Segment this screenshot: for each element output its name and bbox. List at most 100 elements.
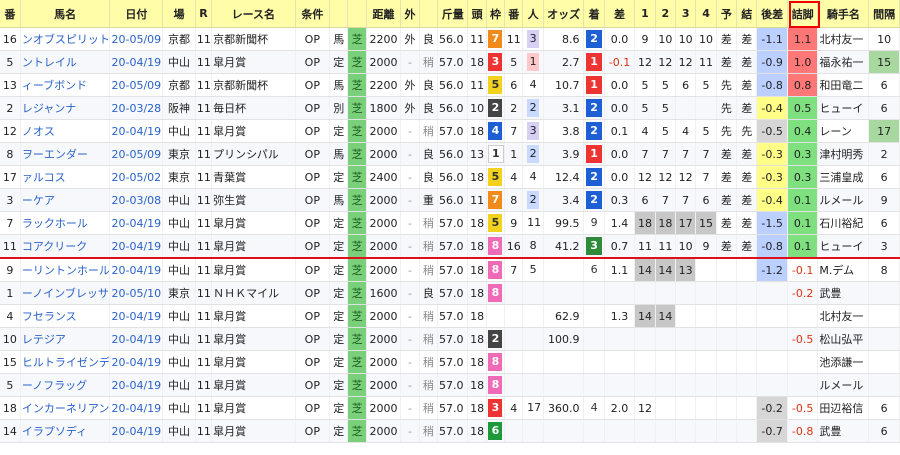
race-date-link[interactable]: 20-04/19 [111, 379, 161, 392]
column-header[interactable]: 1 [634, 0, 656, 28]
column-header[interactable]: 人 [522, 0, 544, 28]
cell-uma: 11 [504, 27, 524, 51]
column-header[interactable]: 後差 [756, 0, 788, 28]
race-date-link[interactable]: 20-03/28 [111, 102, 161, 115]
column-header[interactable]: 斤量 [437, 0, 469, 28]
cell-chaku [583, 281, 605, 305]
table-row[interactable]: 16 ンオブスピリット 20-05/09 京都 11 京都新聞杯 OP 馬芝 2200 外良 56.… [0, 27, 900, 51]
column-header[interactable]: 間隔 [868, 0, 900, 28]
cell-yo: 先 [716, 96, 738, 120]
column-header[interactable]: R [195, 0, 213, 28]
column-header[interactable]: 番 [0, 0, 21, 28]
table-row[interactable]: 12 ノオス 20-04/19 中山 11 皐月賞 OP 定芝 2000- 稍 57.0 18 4 7 3 3… [0, 119, 900, 143]
cell-yo: 差 [716, 211, 738, 235]
column-header[interactable]: 外 [400, 0, 420, 28]
column-header[interactable]: 結 [736, 0, 758, 28]
horse-name-link[interactable]: コアクリーク [22, 240, 87, 253]
column-header[interactable]: 2 [655, 0, 677, 28]
column-header[interactable]: 3 [675, 0, 697, 28]
horse-name-link[interactable]: ーリントンホール [22, 264, 109, 277]
race-date-link[interactable]: 20-04/19 [111, 310, 161, 323]
horse-name-link[interactable]: ーケア [22, 194, 55, 207]
cell-name: ーノフラッグ [20, 373, 111, 397]
horse-name-link[interactable]: レジャンナ [22, 102, 76, 115]
cell-chaku [583, 304, 605, 328]
column-header[interactable]: レース名 [211, 0, 296, 28]
cell-race: 皐月賞 [211, 119, 296, 143]
column-header[interactable] [329, 0, 349, 28]
horse-name-link[interactable]: ァルコス [22, 171, 66, 184]
column-header[interactable]: 条件 [295, 0, 331, 28]
race-date-link[interactable]: 20-05/09 [111, 79, 161, 92]
horse-name-link[interactable]: ノオス [22, 125, 55, 138]
race-date-link[interactable]: 20-04/19 [111, 125, 161, 138]
cell-chaku: 1 [583, 50, 605, 74]
race-date-link[interactable]: 20-04/19 [111, 356, 161, 369]
table-row[interactable]: 9 ーリントンホール 20-04/19 中山 11 皐月賞 OP 定芝 2000- 稍 57.0 18… [0, 258, 900, 282]
column-header[interactable] [419, 0, 438, 28]
column-header[interactable]: 差 [604, 0, 636, 28]
horse-name-link[interactable]: ヒルトライゼンデ [22, 356, 109, 369]
cell-diff [604, 350, 636, 374]
race-date-link[interactable]: 20-04/19 [111, 264, 161, 277]
horse-name-link[interactable]: イラプソディ [22, 425, 87, 438]
table-row[interactable]: 7 ラックホール 20-04/19 中山 11 皐月賞 OP 定芝 2000- 稍 57.0 18 5 9… [0, 211, 900, 235]
column-header[interactable]: 頭 [467, 0, 487, 28]
table-row[interactable]: 8 ヲーエンダー 20-05/09 東京 11 プリンシパル OP 馬芝 2000- 良 56.0 1… [0, 142, 900, 166]
race-date-link[interactable]: 20-04/19 [111, 56, 161, 69]
horse-name-link[interactable]: フセランス [22, 310, 77, 323]
column-header[interactable]: 枠 [486, 0, 506, 28]
finish-position-badge: 2 [586, 99, 603, 117]
column-header[interactable] [347, 0, 367, 28]
table-row[interactable]: 5 ーノフラッグ 20-04/19 中山 11 皐月賞 OP 定芝 2000- 稍 57.0 18 8 ル… [0, 373, 900, 397]
race-date-link[interactable]: 20-05/10 [111, 287, 161, 300]
horse-name-link[interactable]: ーノインブレッサ [22, 287, 109, 300]
horse-name-link[interactable]: ーノフラッグ [22, 379, 87, 392]
column-header[interactable]: 馬名 [20, 0, 111, 28]
cell-heads: 18 [467, 350, 487, 374]
table-row[interactable]: 17 ァルコス 20-05/02 東京 11 青葉賞 OP 定芝 2400- 良 56.0 18 5 4 4… [0, 165, 900, 189]
race-date-link[interactable]: 20-03/08 [111, 194, 161, 207]
table-row[interactable]: 1 ーノインブレッサ 20-05/10 東京 11 ＮＨＫマイル OP 定芝 1600- 良 57.… [0, 281, 900, 305]
race-date-link[interactable]: 20-04/19 [111, 240, 161, 253]
table-row[interactable]: 10 レテジア 20-04/19 中山 11 皐月賞 OP 定芝 2000- 稍 57.0 18 2 10… [0, 327, 900, 351]
race-date-link[interactable]: 20-05/09 [111, 148, 161, 161]
cell-surf: 芝 [347, 188, 367, 212]
table-row[interactable]: 5 ントレイル 20-04/19 中山 11 皐月賞 OP 定芝 2000- 稍 57.0 18 3 5 1… [0, 50, 900, 74]
cell-track: 稍 [419, 211, 438, 235]
cell-no: 7 [0, 211, 21, 235]
table-row[interactable]: 14 イラプソディ 20-04/19 中山 11 皐月賞 OP 定芝 2000- 稍 57.0 18 6… [0, 419, 900, 443]
cell-ketsu [736, 281, 758, 305]
horse-name-link[interactable]: ンオブスピリット [22, 33, 109, 46]
table-row[interactable]: 11 コアクリーク 20-04/19 中山 11 皐月賞 OP 定芝 2000- 稍 57.0 18 8… [0, 234, 900, 259]
column-header[interactable]: 着 [583, 0, 605, 28]
table-row[interactable]: 13 ィーブボンド 20-05/09 京都 11 京都新聞杯 OP 馬芝 2200 外良 56.0 1… [0, 73, 900, 97]
table-row[interactable]: 2 レジャンナ 20-03/28 阪神 11 毎日杯 OP 別芝 1800 外良 56.0 10 2 2 2… [0, 96, 900, 120]
column-header[interactable]: 番 [504, 0, 524, 28]
horse-name-link[interactable]: レテジア [22, 333, 66, 346]
horse-name-link[interactable]: ィーブボンド [22, 79, 87, 92]
table-row[interactable]: 18 インカーネリアン 20-04/19 中山 11 皐月賞 OP 定芝 2000- 稍 57.0 1… [0, 396, 900, 420]
column-header[interactable]: 騎手名 [817, 0, 870, 28]
cell-kin: 57.0 [437, 258, 469, 282]
column-header[interactable]: 場 [162, 0, 196, 28]
column-header[interactable]: 予 [716, 0, 738, 28]
table-row[interactable]: 3 ーケア 20-03/08 中山 11 弥生賞 OP 馬芝 2000- 重 56.0 11 7 8 2 3.… [0, 188, 900, 212]
column-header[interactable]: 4 [695, 0, 717, 28]
race-date-link[interactable]: 20-04/19 [111, 402, 161, 415]
race-date-link[interactable]: 20-05/02 [111, 171, 161, 184]
race-date-link[interactable]: 20-04/19 [111, 217, 161, 230]
race-date-link[interactable]: 20-04/19 [111, 425, 161, 438]
horse-name-link[interactable]: ントレイル [22, 56, 77, 69]
horse-name-link[interactable]: インカーネリアン [22, 402, 109, 415]
race-date-link[interactable]: 20-04/19 [111, 333, 161, 346]
horse-name-link[interactable]: ヲーエンダー [22, 148, 88, 161]
race-date-link[interactable]: 20-05/09 [111, 33, 161, 46]
horse-name-link[interactable]: ラックホール [22, 217, 88, 230]
column-header[interactable]: 日付 [109, 0, 164, 28]
column-header[interactable]: オッズ [543, 0, 585, 28]
cell-tsume: 1.1 [787, 27, 819, 51]
table-row[interactable]: 15 ヒルトライゼンデ 20-04/19 中山 11 皐月賞 OP 定芝 2000- 稍 57.0 1… [0, 350, 900, 374]
table-row[interactable]: 4 フセランス 20-04/19 中山 11 皐月賞 OP 定芝 2000- 稍 57.0 18 62.… [0, 304, 900, 328]
column-header[interactable]: 距離 [366, 0, 402, 28]
